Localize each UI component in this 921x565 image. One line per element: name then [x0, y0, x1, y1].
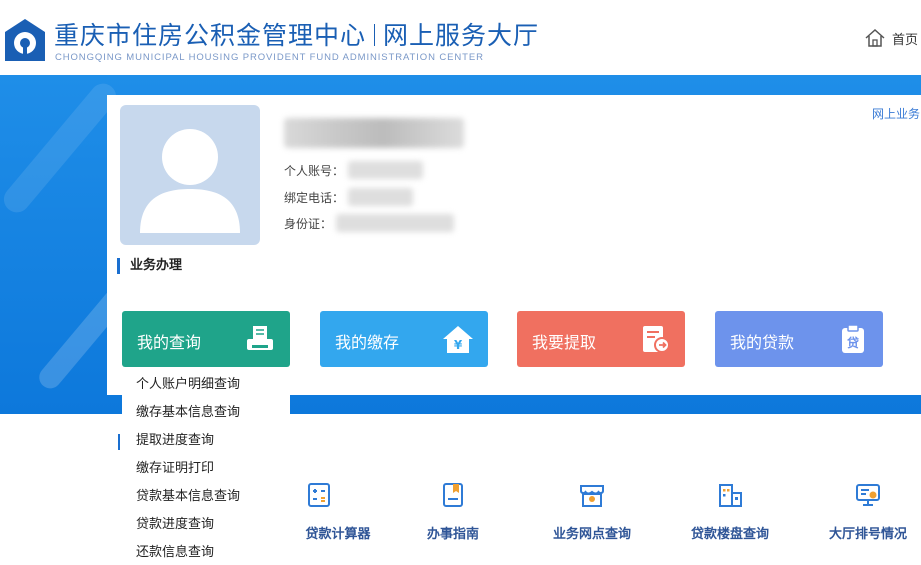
account-label: 个人账号： [284, 163, 345, 178]
card-my-deposit[interactable]: 我的缴存 ¥ [320, 311, 488, 367]
section-marker [118, 434, 120, 450]
menu-item-deposit-info[interactable]: 缴存基本信息查询 [136, 401, 240, 420]
user-silhouette-icon [140, 129, 240, 233]
guide-book-icon [443, 483, 463, 507]
user-panel: 个人账号： 绑定电话： 身份证： 网上业务 业务办理 我的查询 我的缴存 ¥ 我… [107, 95, 921, 395]
loan-clipboard-icon: 贷 [842, 324, 864, 353]
building-icon [719, 484, 742, 507]
phone-value-redacted [348, 188, 414, 206]
site-subtitle: CHONGQING MUNICIPAL HOUSING PROVIDENT FU… [55, 52, 484, 63]
menu-item-deposit-certificate[interactable]: 缴存证明打印 [136, 457, 214, 476]
card-my-loan[interactable]: 我的贷款 贷 [715, 311, 883, 367]
tool-loan-calculator[interactable]: 贷款计算器 [264, 482, 374, 542]
tool-loan-property-query[interactable]: 贷款楼盘查询 [675, 482, 785, 542]
menu-item-repayment-info[interactable]: 还款信息查询 [136, 541, 214, 560]
menu-item-loan-progress[interactable]: 贷款进度查询 [136, 513, 214, 532]
card-label: 我的缴存 [335, 333, 400, 352]
menu-item-loan-info[interactable]: 贷款基本信息查询 [136, 485, 240, 504]
id-value-redacted [336, 214, 455, 232]
queue-monitor-icon [856, 484, 880, 506]
card-label: 我的贷款 [730, 333, 795, 352]
withdraw-doc-icon [643, 326, 670, 353]
banner-streak [0, 78, 122, 218]
card-label: 我要提取 [532, 333, 597, 352]
tool-label: 办事指南 [426, 527, 479, 542]
tool-branch-query[interactable]: 业务网点查询 [537, 482, 647, 542]
branch-store-icon [580, 485, 604, 507]
id-label: 身份证： [284, 216, 333, 231]
site-title-hall: 网上服务大厅 [383, 21, 540, 50]
site-title: 重庆市住房公积金管理中心 网上服务大厅 [54, 16, 539, 52]
home-link[interactable]: 首页 [864, 28, 918, 48]
site-title-org: 重庆市住房公积金管理中心 [54, 21, 367, 50]
home-label: 首页 [892, 32, 919, 48]
svg-text:贷: 贷 [847, 335, 859, 350]
tool-guide[interactable]: 办事指南 [398, 482, 508, 542]
page: 重庆市住房公积金管理中心 网上服务大厅 CHONGQING MUNICIPAL H… [0, 0, 921, 565]
header: 重庆市住房公积金管理中心 网上服务大厅 CHONGQING MUNICIPAL H… [0, 0, 921, 75]
menu-item-withdraw-progress[interactable]: 提取进度查询 [136, 429, 214, 448]
tool-label: 业务网点查询 [552, 527, 631, 542]
home-icon [865, 28, 885, 47]
card-label: 我的查询 [137, 333, 202, 352]
card-my-query[interactable]: 我的查询 [122, 311, 290, 367]
tool-label: 贷款楼盘查询 [690, 527, 769, 542]
house-yuan-icon: ¥ [443, 326, 473, 353]
user-name-redacted [284, 118, 464, 148]
phone-label: 绑定电话： [284, 190, 345, 205]
account-row: 个人账号： [284, 161, 424, 179]
tool-label: 贷款计算器 [305, 527, 371, 542]
calculator-icon [308, 483, 330, 507]
account-value-redacted [348, 161, 424, 179]
printer-icon [247, 326, 273, 350]
title-divider [374, 24, 376, 46]
phone-row: 绑定电话： [284, 188, 414, 206]
menu-item-account-detail[interactable]: 个人账户明细查询 [136, 373, 240, 392]
svg-text:¥: ¥ [454, 338, 463, 352]
card-withdraw[interactable]: 我要提取 [517, 311, 685, 367]
section-title: 业务办理 [117, 258, 182, 274]
online-business-link[interactable]: 网上业务 [872, 105, 920, 122]
id-row: 身份证： [284, 214, 455, 232]
logo-icon [5, 19, 45, 61]
tool-label: 大厅排号情况 [828, 527, 907, 542]
avatar [120, 105, 260, 245]
tool-hall-queue[interactable]: 大厅排号情况 [813, 482, 921, 542]
